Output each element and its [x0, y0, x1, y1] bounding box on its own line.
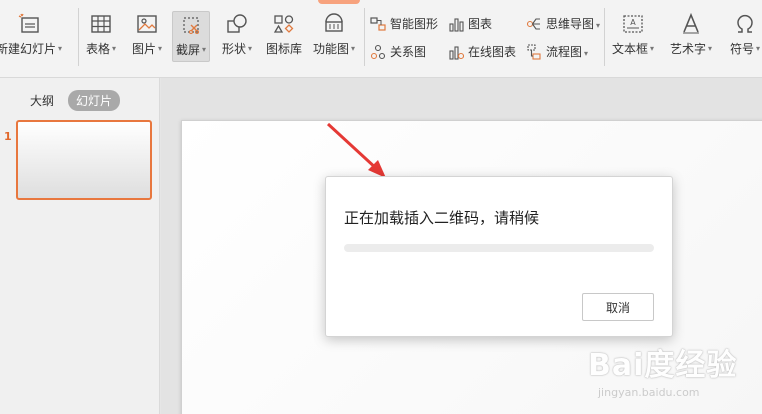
- flowchart-button[interactable]: 流程图 ▾: [526, 43, 588, 60]
- shape-icon: [227, 14, 247, 33]
- relation-chart-label: 关系图: [390, 45, 427, 59]
- active-tab-indicator: [318, 0, 360, 4]
- screenshot-icon: [183, 17, 200, 34]
- cancel-button[interactable]: 取消: [582, 293, 654, 321]
- word-art-button[interactable]: 艺术字 ▾: [670, 12, 712, 57]
- mind-map-button[interactable]: 思维导图 ▾: [526, 15, 600, 32]
- screenshot-label: 截屏: [176, 43, 201, 57]
- slide-panel: 大纲 幻灯片 1: [0, 78, 160, 414]
- online-chart-label: 在线图表: [468, 45, 517, 59]
- text-box-label: 文本框: [612, 42, 649, 56]
- watermark-logo: Bai度经验: [588, 348, 738, 383]
- shape-button[interactable]: 形状 ▾: [222, 12, 252, 57]
- flowchart-label: 流程图: [546, 45, 583, 59]
- chart-icon: [449, 17, 464, 32]
- loading-dialog: 正在加载插入二维码，请稍候 取消: [325, 176, 673, 337]
- screenshot-button[interactable]: 截屏 ▾: [172, 11, 211, 62]
- picture-button[interactable]: 图片 ▾: [132, 12, 162, 57]
- tab-slides[interactable]: 幻灯片: [68, 90, 121, 111]
- new-slide-button[interactable]: 新建幻灯片 ▾: [0, 12, 62, 57]
- picture-label: 图片: [132, 42, 157, 56]
- symbol-button[interactable]: 符号 ▾: [730, 12, 760, 57]
- chart-button[interactable]: 图表: [448, 15, 492, 32]
- word-art-icon: [683, 12, 700, 34]
- table-icon: [91, 15, 111, 33]
- symbol-icon: [737, 14, 753, 33]
- function-chart-label: 功能图: [313, 42, 350, 56]
- icon-library-button[interactable]: 图标库: [266, 12, 302, 57]
- table-button[interactable]: 表格 ▾: [86, 12, 116, 57]
- toolbar-divider: [604, 8, 605, 66]
- table-label: 表格: [86, 42, 111, 56]
- svg-text:A: A: [630, 18, 636, 27]
- symbol-label: 符号: [730, 42, 755, 56]
- icon-library-icon: [273, 15, 294, 33]
- online-chart-button[interactable]: 在线图表: [448, 43, 516, 60]
- tab-outline[interactable]: 大纲: [22, 90, 62, 111]
- online-chart-icon: [449, 45, 464, 60]
- ribbon-toolbar: 新建幻灯片 ▾ 表格 ▾ 图片 ▾ 截屏 ▾ 形状 ▾ 图标库 功能图 ▾ 智能图形 关系图…: [0, 0, 762, 78]
- progress-bar: [344, 244, 654, 252]
- toolbar-divider: [78, 8, 79, 66]
- relation-chart-button[interactable]: 关系图: [370, 43, 426, 60]
- flowchart-icon: [527, 43, 541, 60]
- baidu-watermark: Bai度经验 jingyan.baidu.com: [586, 338, 762, 414]
- dialog-message: 正在加载插入二维码，请稍候: [344, 209, 540, 227]
- icon-library-label: 图标库: [266, 42, 303, 56]
- mind-map-label: 思维导图: [546, 17, 595, 31]
- smart-shape-icon: [370, 16, 386, 31]
- mind-map-icon: [526, 17, 540, 30]
- slide-number: 1: [4, 130, 12, 143]
- new-slide-icon: [18, 13, 39, 33]
- watermark-url: jingyan.baidu.com: [598, 386, 700, 399]
- smart-shape-label: 智能图形: [390, 17, 439, 31]
- new-slide-label: 新建幻灯片: [0, 42, 57, 56]
- relation-chart-icon: [370, 44, 386, 59]
- slide-thumbnail[interactable]: [16, 120, 152, 200]
- chart-label: 图表: [468, 17, 493, 31]
- smart-shape-button[interactable]: 智能图形: [370, 15, 438, 32]
- word-art-label: 艺术字: [670, 42, 707, 56]
- function-chart-icon: [325, 13, 343, 32]
- picture-icon: [137, 15, 157, 33]
- text-box-button[interactable]: A 文本框 ▾: [612, 12, 654, 57]
- toolbar-divider: [364, 8, 365, 66]
- shape-label: 形状: [222, 42, 247, 56]
- text-box-icon: A: [623, 15, 643, 33]
- function-chart-button[interactable]: 功能图 ▾: [313, 12, 355, 57]
